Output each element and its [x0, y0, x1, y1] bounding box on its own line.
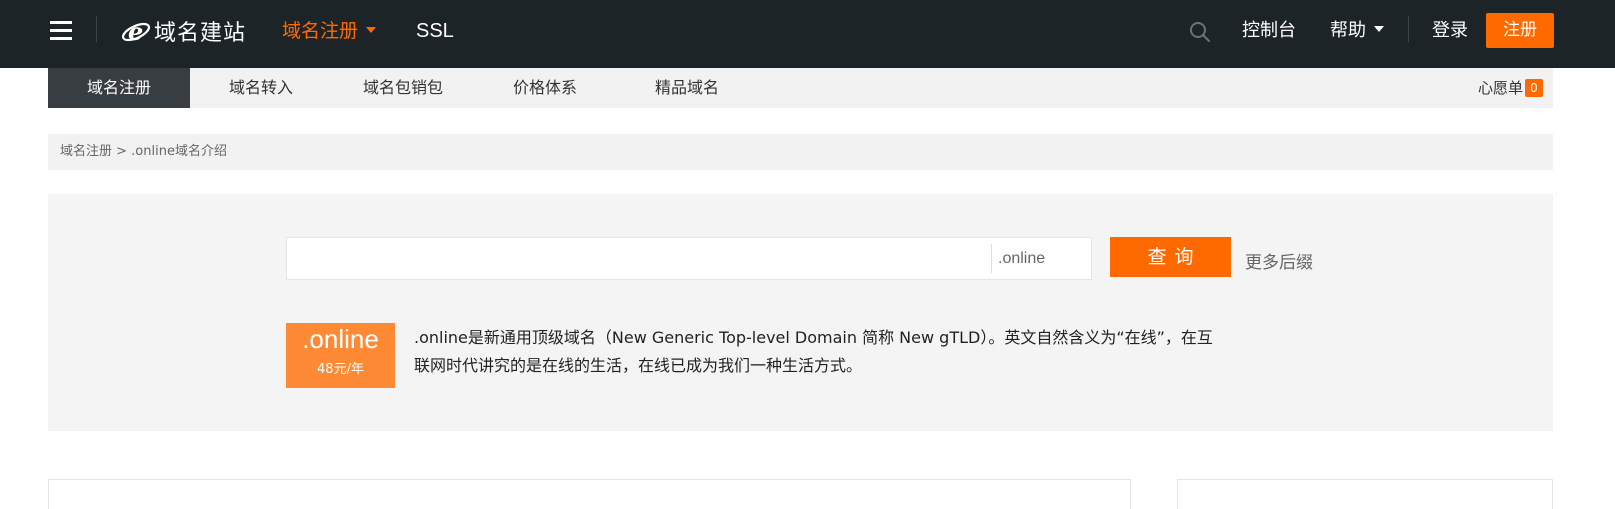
nav-domain-registration[interactable]: 域名注册 [282, 18, 377, 44]
more-suffix-link[interactable]: 更多后缀 [1245, 252, 1313, 274]
svg-text:e: e [128, 17, 143, 46]
top-navigation-bar: e 域名建站 域名注册 SSL 控制台 帮助 登录 注册 [0, 0, 1615, 68]
wishlist-label: 心愿单 [1477, 79, 1523, 97]
tld-price: 48元/年 [317, 362, 364, 377]
login-link[interactable]: 登录 [1432, 18, 1468, 44]
domain-search-panel: .online 查询 更多后缀 .online 48元/年 .online是新通… [48, 194, 1553, 431]
chevron-down-icon [366, 26, 377, 33]
search-icon[interactable] [1189, 21, 1211, 43]
subnav-item-pricing[interactable]: 价格体系 [474, 68, 616, 108]
search-box: .online [286, 237, 1092, 280]
console-link[interactable]: 控制台 [1242, 18, 1296, 44]
divider [991, 244, 992, 273]
tld-description: .online是新通用顶级域名（New Generic Top-level Do… [414, 328, 1213, 375]
wishlist-count-badge: 0 [1525, 79, 1543, 97]
divider [1408, 16, 1409, 42]
divider [96, 16, 97, 42]
logo[interactable]: e 域名建站 [120, 14, 246, 48]
register-button[interactable]: 注册 [1486, 13, 1554, 48]
wishlist-link[interactable]: 心愿单 0 [1478, 78, 1543, 98]
menu-icon[interactable] [50, 21, 72, 41]
logo-text: 域名建站 [154, 21, 247, 46]
query-button[interactable]: 查询 [1110, 237, 1231, 277]
help-menu[interactable]: 帮助 [1330, 18, 1384, 44]
suffix-label: .online [998, 250, 1046, 267]
subnav-item-premium-domains[interactable]: 精品域名 [616, 68, 758, 108]
subnav-item-domain-transfer[interactable]: 域名转入 [190, 68, 332, 108]
chevron-down-icon [1374, 26, 1384, 32]
domain-search-input[interactable] [287, 238, 991, 279]
breadcrumb: 域名注册 > .online域名介绍 [48, 134, 1553, 170]
help-label: 帮助 [1330, 20, 1366, 41]
tld-name: .online [302, 324, 379, 354]
nav-ssl[interactable]: SSL [416, 18, 454, 44]
nav-domain-registration-label: 域名注册 [282, 20, 359, 42]
tld-badge: .online 48元/年 [286, 323, 395, 388]
subnav-item-domain-registration[interactable]: 域名注册 [48, 68, 190, 108]
ie-logo-icon: e [121, 17, 151, 46]
subnav-item-domain-package[interactable]: 域名包销包 [332, 68, 474, 108]
sub-navigation: 域名注册 域名转入 域名包销包 价格体系 精品域名 心愿单 0 [48, 68, 1553, 108]
side-panel [1177, 479, 1553, 509]
content-panel [48, 479, 1131, 509]
